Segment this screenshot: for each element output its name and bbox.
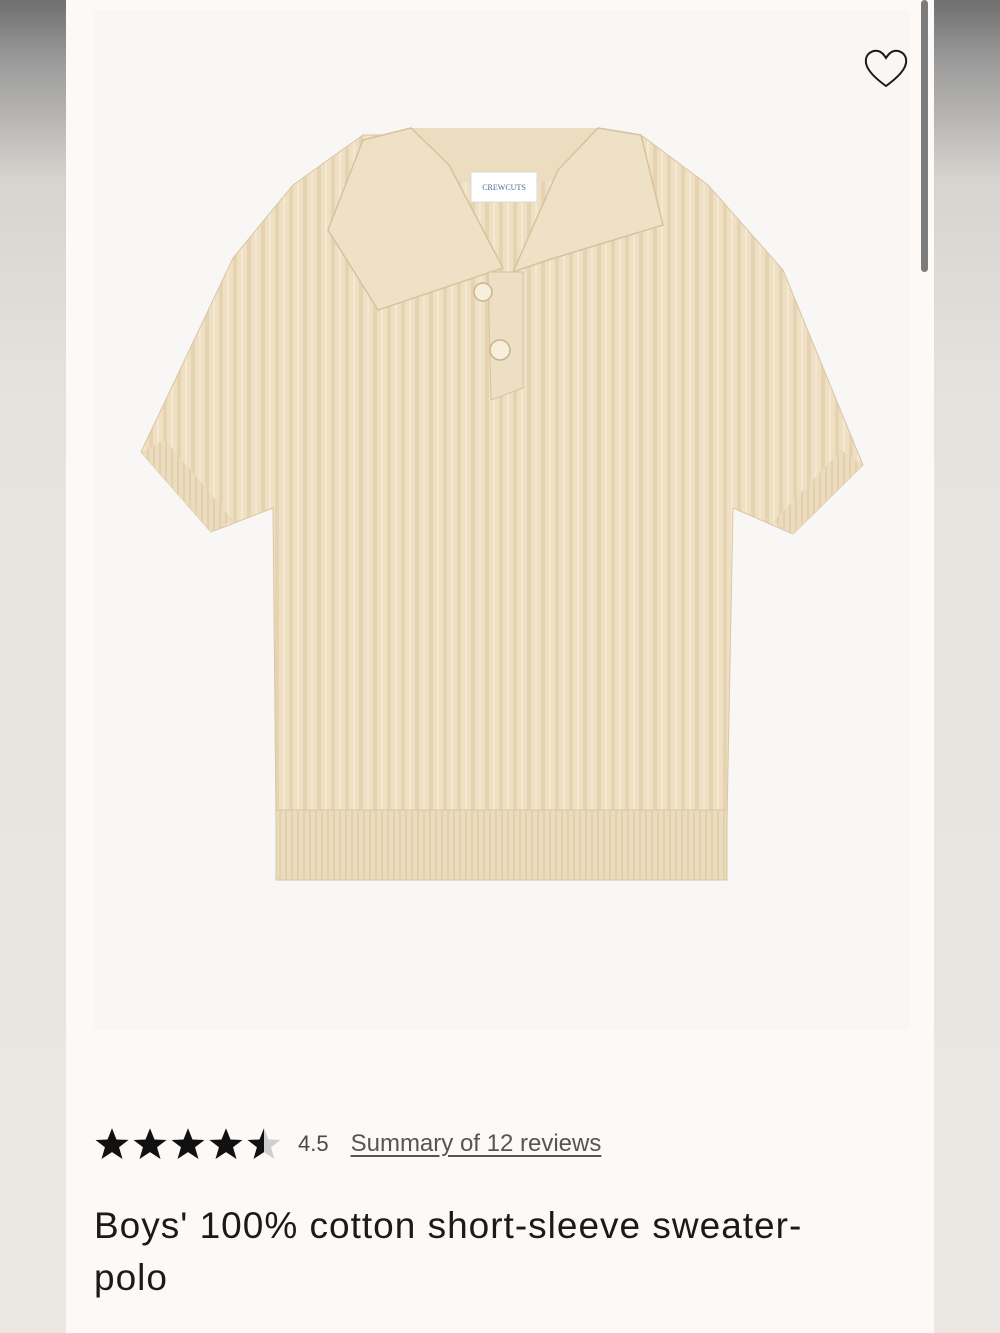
shirt-illustration: CREWCUTS [140, 127, 864, 881]
star-rating [94, 1126, 284, 1162]
wishlist-heart-icon[interactable] [863, 48, 909, 90]
star-half-icon [247, 1128, 281, 1159]
star-full-icon [209, 1128, 243, 1159]
product-title: Boys' 100% cotton short-sleeve sweater-p… [94, 1205, 803, 1298]
reviews-summary-link[interactable]: Summary of 12 reviews [351, 1130, 602, 1158]
product-page: CREWCUTS 4.5 Summary of 12 reviews Boys'… [66, 0, 934, 1333]
star-full-icon [171, 1128, 205, 1159]
rating-row: 4.5 Summary of 12 reviews [94, 1120, 601, 1168]
star-full-icon [95, 1128, 129, 1159]
product-image[interactable]: CREWCUTS [93, 10, 909, 1030]
scrollbar[interactable] [921, 0, 928, 272]
rating-value: 4.5 [298, 1131, 329, 1156]
brand-tag-text: CREWCUTS [482, 183, 526, 192]
star-full-icon [133, 1128, 167, 1159]
